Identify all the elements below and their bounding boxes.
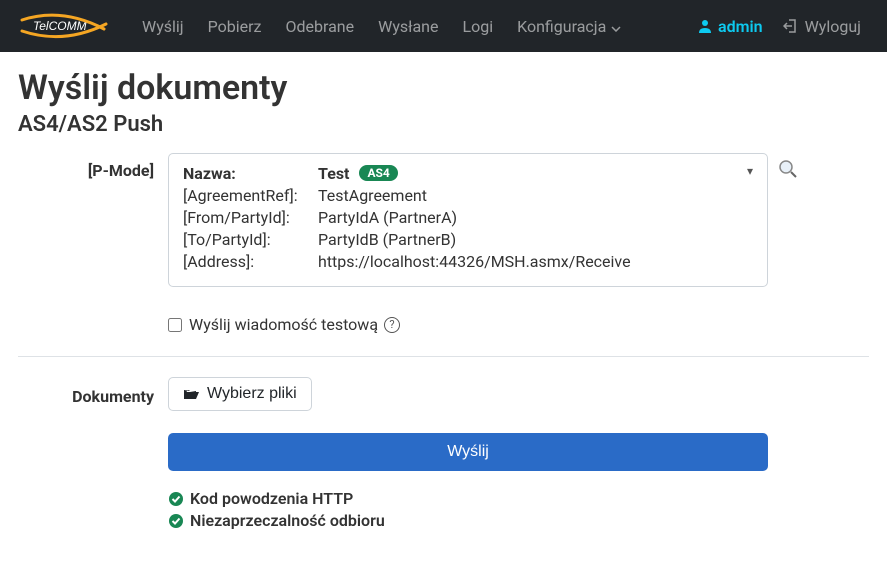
protocol-badge: AS4 [359, 165, 397, 181]
pmode-agreement-value: TestAgreement [318, 186, 427, 205]
svg-text:TelCOMM: TelCOMM [33, 19, 87, 33]
pmode-name-key: Nazwa: [183, 164, 318, 183]
pmode-dropdown[interactable]: ▾ Nazwa: Test AS4 [AgreementRef]: TestAg… [168, 153, 768, 287]
page-title: Wyślij dokumenty [18, 68, 869, 108]
status-list: Kod powodzenia HTTP Niezaprzeczalność od… [168, 489, 869, 530]
pmode-agreement-line: [AgreementRef]: TestAgreement [183, 186, 753, 205]
nav-received[interactable]: Odebrane [275, 9, 364, 44]
magnifier-icon [778, 159, 798, 179]
pmode-agreement-key: [AgreementRef]: [183, 186, 318, 205]
pmode-from-key: [From/PartyId]: [183, 208, 318, 227]
navbar: TelCOMM Wyślij Pobierz Odebrane Wysłane … [0, 0, 887, 52]
status-http-label: Kod powodzenia HTTP [190, 489, 353, 508]
testmsg-row: Wyślij wiadomość testową ? [18, 301, 869, 342]
choose-files-button[interactable]: Wybierz pliki [168, 377, 312, 411]
page-subtitle: AS4/AS2 Push [18, 112, 869, 137]
nav-download[interactable]: Pobierz [198, 9, 272, 44]
help-icon[interactable]: ? [384, 317, 400, 333]
brand-logo[interactable]: TelCOMM [16, 11, 112, 41]
pmode-from-value: PartyIdA (PartnerA) [318, 208, 457, 227]
status-http-success: Kod powodzenia HTTP [168, 489, 869, 508]
pmode-name-value: Test [318, 164, 349, 183]
user-link[interactable]: admin [687, 9, 773, 44]
logout-icon [783, 18, 799, 34]
pmode-address-line: [Address]: https://localhost:44326/MSH.a… [183, 252, 753, 271]
pmode-from-line: [From/PartyId]: PartyIdA (PartnerA) [183, 208, 753, 227]
pmode-name-line: Nazwa: Test AS4 [183, 164, 753, 183]
pmode-address-value: https://localhost:44326/MSH.asmx/Receive [318, 252, 631, 271]
nav-items: Wyślij Pobierz Odebrane Wysłane Logi Kon… [132, 9, 631, 44]
pmode-address-key: [Address]: [183, 252, 318, 271]
send-button[interactable]: Wyślij [168, 433, 768, 471]
nav-config-label: Konfiguracja [517, 17, 606, 36]
chevron-down-icon [611, 17, 621, 36]
test-message-label[interactable]: Wyślij wiadomość testową [189, 315, 378, 334]
user-name: admin [718, 17, 763, 36]
nav-logs[interactable]: Logi [453, 9, 504, 44]
nav-right: admin Wyloguj [687, 9, 871, 44]
pmode-to-line: [To/PartyId]: PartyIdB (PartnerB) [183, 230, 753, 249]
logout-link[interactable]: Wyloguj [773, 9, 871, 44]
nav-send[interactable]: Wyślij [132, 9, 194, 44]
pmode-section-label: [P-Mode] [18, 153, 168, 287]
pmode-to-value: PartyIdB (PartnerB) [318, 230, 456, 249]
status-non-repudiation: Niezaprzeczalność odbioru [168, 511, 869, 530]
pmode-row: [P-Mode] ▾ Nazwa: Test AS4 [AgreementRef… [18, 153, 869, 287]
nav-config[interactable]: Konfiguracja [507, 9, 631, 44]
folder-open-icon [183, 387, 199, 401]
nav-sent[interactable]: Wysłane [368, 9, 448, 44]
documents-section-label: Dokumenty [18, 377, 168, 533]
status-nr-label: Niezaprzeczalność odbioru [190, 511, 385, 530]
logout-label: Wyloguj [805, 17, 861, 36]
pmode-to-key: [To/PartyId]: [183, 230, 318, 249]
documents-row: Dokumenty Wybierz pliki Wyślij Kod powod [18, 377, 869, 533]
choose-files-label: Wybierz pliki [207, 385, 297, 403]
user-icon [697, 18, 713, 34]
main-container: Wyślij dokumenty AS4/AS2 Push [P-Mode] ▾… [0, 52, 887, 563]
send-button-label: Wyślij [447, 443, 489, 461]
divider [18, 356, 869, 357]
test-message-checkbox[interactable] [168, 318, 182, 332]
search-pmode-button[interactable] [778, 153, 798, 287]
check-circle-icon [168, 491, 184, 507]
chevron-down-icon: ▾ [747, 164, 753, 178]
check-circle-icon [168, 513, 184, 529]
